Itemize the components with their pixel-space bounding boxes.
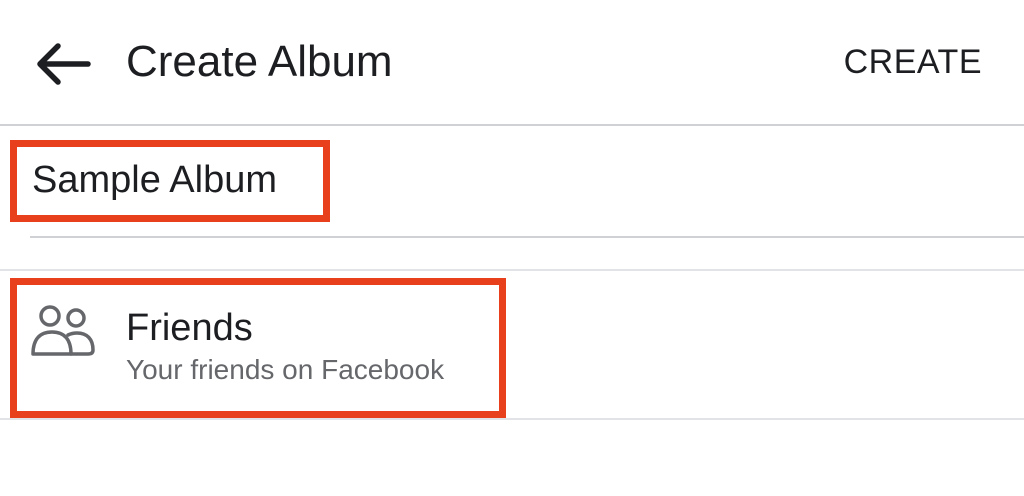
album-name-input[interactable] <box>32 155 932 205</box>
create-album-screen: Create Album CREATE Friends Your friends… <box>0 0 1024 496</box>
section-divider <box>0 269 1024 271</box>
back-button[interactable] <box>28 34 96 94</box>
create-button[interactable]: CREATE <box>844 40 982 84</box>
privacy-selector[interactable]: Friends Your friends on Facebook <box>0 272 1024 418</box>
privacy-subtitle: Your friends on Facebook <box>126 354 445 385</box>
arrow-left-icon <box>37 43 91 85</box>
privacy-title: Friends <box>126 307 253 349</box>
friends-icon <box>31 305 95 356</box>
album-name-row <box>0 128 1024 238</box>
app-header: Create Album CREATE <box>0 0 1024 126</box>
album-name-underline <box>30 236 1024 238</box>
bottom-divider <box>0 418 1024 420</box>
page-title: Create Album <box>126 37 393 86</box>
